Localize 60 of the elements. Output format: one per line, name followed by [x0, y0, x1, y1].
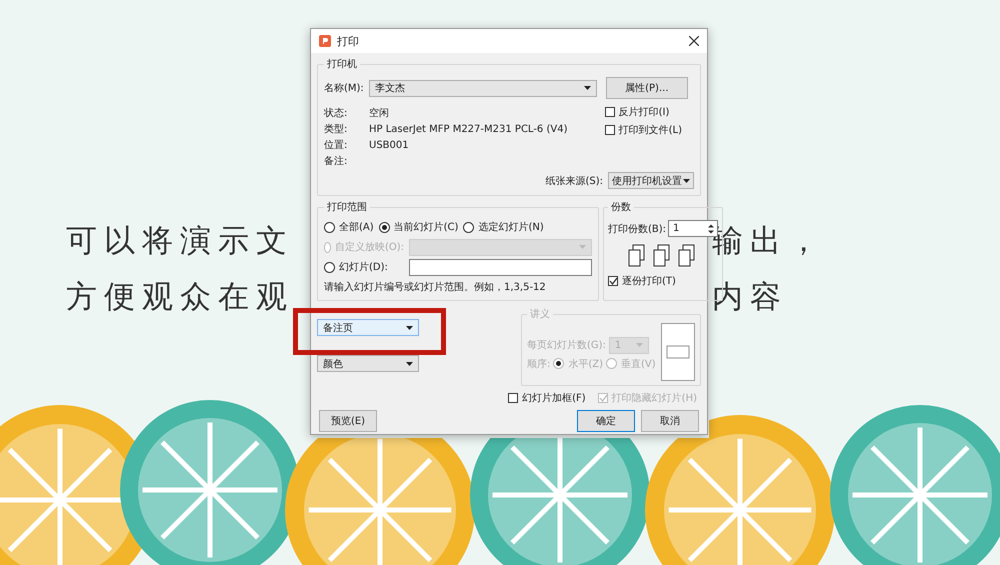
field-label: 打印份数(B): [608, 222, 666, 236]
radio-button[interactable] [463, 222, 474, 232]
field-label: 每页幻灯片数(G): [527, 338, 606, 352]
slide-numbers-field[interactable] [409, 258, 592, 276]
info-label: 备注: [324, 154, 348, 168]
slide-text: 内容 [712, 278, 788, 317]
caret-icon [406, 326, 413, 330]
checkbox[interactable] [604, 107, 615, 117]
group-title: 讲义 [529, 308, 551, 321]
slide-text: 方便观众在观 [66, 278, 294, 317]
info-label: 类型: [324, 122, 348, 136]
checkbox-label: 反片打印(I) [618, 106, 670, 119]
caret-icon [683, 178, 690, 182]
checkbox-label: 打印到文件(L) [618, 124, 682, 137]
print-what-dropdown[interactable]: 备注页 [317, 319, 419, 336]
caret-icon [636, 343, 643, 347]
checkbox-label: 幻灯片加框(F) [522, 392, 586, 405]
app-logo-icon [319, 35, 331, 47]
radio-label: 水平(Z) [568, 358, 604, 370]
field-label: 纸张来源(S): [545, 174, 603, 188]
ok-button[interactable]: 确定 [577, 410, 635, 432]
info-value: 空闲 [369, 106, 389, 120]
radio-label: 垂直(V) [621, 358, 656, 370]
handout-preview-icon [661, 323, 695, 381]
close-icon[interactable] [689, 36, 699, 46]
group-title: 打印范围 [326, 200, 368, 214]
checkbox-label: 打印隐藏幻灯片(H) [612, 392, 697, 405]
checkbox-label: 逐份打印(T) [622, 274, 676, 288]
preview-button[interactable]: 预览(E) [319, 410, 377, 432]
checkbox[interactable] [604, 125, 615, 135]
radio-label: 选定幻灯片(N) [478, 220, 544, 234]
paper-source-dropdown[interactable]: 使用打印机设置 [608, 172, 694, 189]
checkbox[interactable] [508, 393, 518, 403]
range-hint: 请输入幻灯片编号或幻灯片范围。例如，1,3,5-12 [324, 280, 547, 294]
cancel-button[interactable]: 取消 [641, 410, 699, 432]
radio-label: 当前幻灯片(C) [394, 220, 458, 234]
info-label: 状态: [324, 106, 348, 120]
field-label: 顺序: [527, 358, 550, 370]
window-title: 打印 [337, 34, 359, 48]
group-title: 打印机 [326, 58, 358, 71]
caret-icon [579, 245, 586, 249]
checkbox[interactable] [608, 276, 618, 286]
radio-label: 幻灯片(D): [339, 260, 388, 274]
properties-button[interactable]: 属性(P)... [606, 77, 688, 99]
radio-label: 全部(A) [339, 220, 374, 234]
color-dropdown[interactable]: 颜色 [317, 355, 419, 372]
field-label: 名称(M): [324, 82, 364, 95]
radio-button[interactable] [378, 222, 390, 232]
info-value: USB001 [369, 140, 409, 150]
info-label: 位置: [324, 138, 348, 152]
printer-dropdown[interactable]: 李文杰 [368, 80, 597, 96]
info-value: HP LaserJet MFP M227-M231 PCL-6 (V4) [369, 124, 568, 134]
caret-icon [406, 362, 413, 366]
radio-button[interactable] [324, 262, 335, 272]
copies-spinner[interactable]: 1 [668, 220, 718, 237]
caret-icon [584, 86, 591, 90]
slide-text: 可以将演示文 [66, 222, 294, 261]
radio-button[interactable] [324, 222, 335, 232]
radio-label: 自定义放映(O): [334, 240, 404, 254]
group-title: 份数 [610, 201, 632, 214]
